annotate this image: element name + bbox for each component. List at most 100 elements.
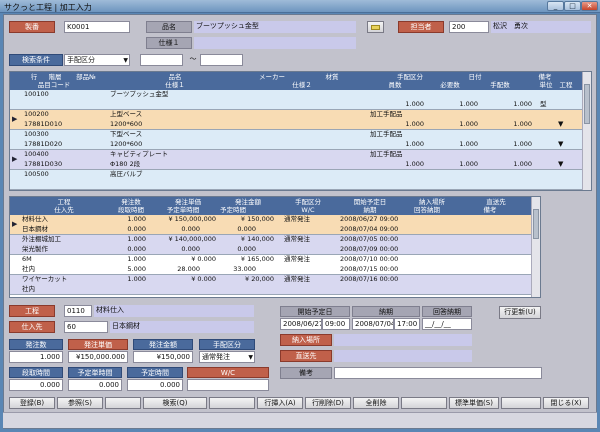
start-date-input[interactable]: 2008/06/27: [280, 318, 322, 330]
blank-button-4[interactable]: [501, 397, 541, 409]
col2-answer: 回答納期: [414, 206, 440, 214]
due-date-input[interactable]: 2008/07/04: [352, 318, 394, 330]
row-order: 1.000: [513, 140, 532, 148]
col-tehai: 手配区分: [397, 73, 423, 81]
range-to-input[interactable]: [200, 54, 243, 66]
table-row[interactable]: ▶ 100200 17881D010 上型ベース 1200*600 加工手配品 1.000 1…: [10, 110, 584, 130]
col-shiyo1: 仕様１: [165, 81, 185, 89]
row-yotei: 0.000: [237, 245, 256, 253]
dan-input[interactable]: 0.000: [9, 379, 63, 391]
direct-value[interactable]: [334, 350, 472, 362]
col-buhin: 部品№: [76, 73, 96, 81]
price-input[interactable]: ¥150,000.000: [68, 351, 128, 363]
tehai-select[interactable]: 通常発注 ▼: [199, 351, 255, 363]
tanto-code-input[interactable]: 200: [449, 21, 489, 33]
tanto-name: 松沢 勇次: [491, 21, 591, 33]
chevron-down-icon: ▼: [558, 160, 564, 168]
parts-grid-scrollbar[interactable]: [582, 72, 591, 190]
row-tehai: 加工手配品: [370, 150, 403, 158]
reference-button[interactable]: 参照(S): [57, 397, 103, 409]
window-title: サクっと工程 | 加工入力: [4, 3, 92, 12]
row-line: 100200: [24, 110, 49, 118]
table-row[interactable]: 外注棚城加工 栄光製作 1.000 ¥ 140,000,000 ¥ 140,000 通常発…: [10, 235, 533, 255]
row-shiyo1: Φ180 2段: [110, 160, 141, 168]
row-amount: ¥ 165,000: [240, 255, 274, 263]
search-button[interactable]: 検索(Q): [143, 397, 207, 409]
process-grid-body: ▶ 材料仕入 日本鋼材 1.000 ¥ 150,000,000 ¥ 150,000 通常発注…: [10, 215, 533, 297]
scrollbar-thumb[interactable]: [584, 84, 590, 124]
col2-wc: W/C: [301, 206, 315, 214]
row-due: 2008/07/09 00:00: [340, 245, 399, 253]
parts-grid-header: 行 階層 部品№ 品名 メーカー 材質 手配区分 日付 備考 品目コード 仕様１…: [10, 72, 584, 90]
col-gyo: 行: [30, 73, 38, 81]
col2-qty: 発注数: [121, 198, 141, 206]
blank-button-2[interactable]: [209, 397, 255, 409]
delete-row-button[interactable]: 行削除(D): [305, 397, 351, 409]
process-grid-scrollbar[interactable]: [531, 197, 540, 297]
ytan-input[interactable]: 0.000: [68, 379, 122, 391]
row-code: 17881D010: [24, 120, 63, 128]
price-label: 発注単価: [68, 339, 128, 350]
yotei-input[interactable]: 0.000: [127, 379, 183, 391]
table-row[interactable]: ワイヤーカット 社内 1.000 ¥ 0.000 ¥ 20,000 通常発注 2008/07…: [10, 275, 533, 295]
table-row[interactable]: 100500 高圧バルブ: [10, 170, 584, 190]
process-grid[interactable]: 工程 発注数 発注単価 発注金額 手配区分 開始予定日 納入場所 直送先 仕入先…: [9, 196, 541, 298]
row-code: 17881D020: [24, 140, 63, 148]
close-button[interactable]: 閉じる(X): [543, 397, 589, 409]
delete-all-button[interactable]: 全削除: [353, 397, 399, 409]
row-name: キャビティプレート: [110, 150, 169, 158]
search-condition-select[interactable]: 手配区分 ▼: [64, 54, 130, 66]
table-row[interactable]: 100300 17881D020 下型ベース 1200*600 加工手配品 1.000 1.…: [10, 130, 584, 150]
koutei-code-input[interactable]: 0110: [64, 305, 92, 317]
seiban-input[interactable]: K0001: [64, 21, 130, 33]
row-need: 1.000: [459, 140, 478, 148]
table-row[interactable]: 100100 ブーツプッシュ金型 1.000 1.000 1.000 型: [10, 90, 584, 110]
parts-grid[interactable]: 行 階層 部品№ 品名 メーカー 材質 手配区分 日付 備考 品目コード 仕様１…: [9, 71, 592, 191]
blank-button-1[interactable]: [105, 397, 141, 409]
update-row-button[interactable]: 行更新(U): [499, 306, 541, 319]
range-from-input[interactable]: [140, 54, 183, 66]
scrollbar-thumb[interactable]: [533, 209, 539, 239]
row-name: 下型ベース: [110, 130, 143, 138]
insert-row-button[interactable]: 行挿入(A): [257, 397, 303, 409]
table-row[interactable]: 6M 社内 1.000 ¥ 0.000 ¥ 165,000 通常発注 2008/07/10 …: [10, 255, 533, 275]
folder-icon[interactable]: [367, 21, 384, 33]
register-button[interactable]: 登録(B): [9, 397, 55, 409]
table-row[interactable]: ▶ 材料仕入 日本鋼材 1.000 ¥ 150,000,000 ¥ 150,000 通常発注…: [10, 215, 533, 235]
standard-price-button[interactable]: 標準単価(S): [449, 397, 499, 409]
direct-label: 直送先: [280, 350, 332, 362]
row-qty: 1.000: [405, 140, 424, 148]
row-yotei: 33.000: [233, 265, 256, 273]
row-shiyo1: 1200*600: [110, 140, 143, 148]
biko-input[interactable]: [334, 367, 542, 379]
start-label: 開始予定日: [280, 306, 350, 317]
row-order: 1.000: [513, 120, 532, 128]
footer-toolbar: 登録(B) 参照(S) 検索(Q) 行挿入(A) 行削除(D) 全削除 標準単価…: [9, 397, 592, 409]
due-time-input[interactable]: 17:00: [394, 318, 420, 330]
row-need: 1.000: [459, 100, 478, 108]
table-row[interactable]: ▶ 100400 17881D030 キャビティプレート Φ180 2段 加工手配品 1.0…: [10, 150, 584, 170]
qty-input[interactable]: 1.000: [9, 351, 63, 363]
shiire-code-input[interactable]: 60: [64, 321, 108, 333]
start-time-input[interactable]: 09:00: [322, 318, 350, 330]
row-line: 100300: [24, 130, 49, 138]
amount-input[interactable]: ¥150,000: [133, 351, 193, 363]
row-divider: [10, 294, 533, 295]
wc-input[interactable]: [187, 379, 269, 391]
col2-price: 発注単価: [175, 198, 201, 206]
answer-input[interactable]: __/__/__: [422, 318, 472, 330]
row-tehai: 通常発注: [284, 255, 310, 263]
row-koutei: 外注棚城加工: [22, 235, 61, 243]
row-name: ブーツプッシュ金型: [110, 90, 169, 98]
close-icon[interactable]: ✕: [581, 1, 598, 11]
row-name: 上型ベース: [110, 110, 143, 118]
minimize-icon[interactable]: _: [547, 1, 564, 11]
row-pointer-icon: ▶: [12, 115, 18, 123]
place-value[interactable]: [334, 334, 472, 346]
maximize-icon[interactable]: □: [564, 1, 581, 11]
row-start: 2008/07/16 00:00: [340, 275, 399, 283]
amount-label: 発注金額: [133, 339, 193, 350]
row-order: 1.000: [513, 100, 532, 108]
blank-button-3[interactable]: [401, 397, 447, 409]
col-tehaisu: 手配数: [490, 81, 510, 89]
